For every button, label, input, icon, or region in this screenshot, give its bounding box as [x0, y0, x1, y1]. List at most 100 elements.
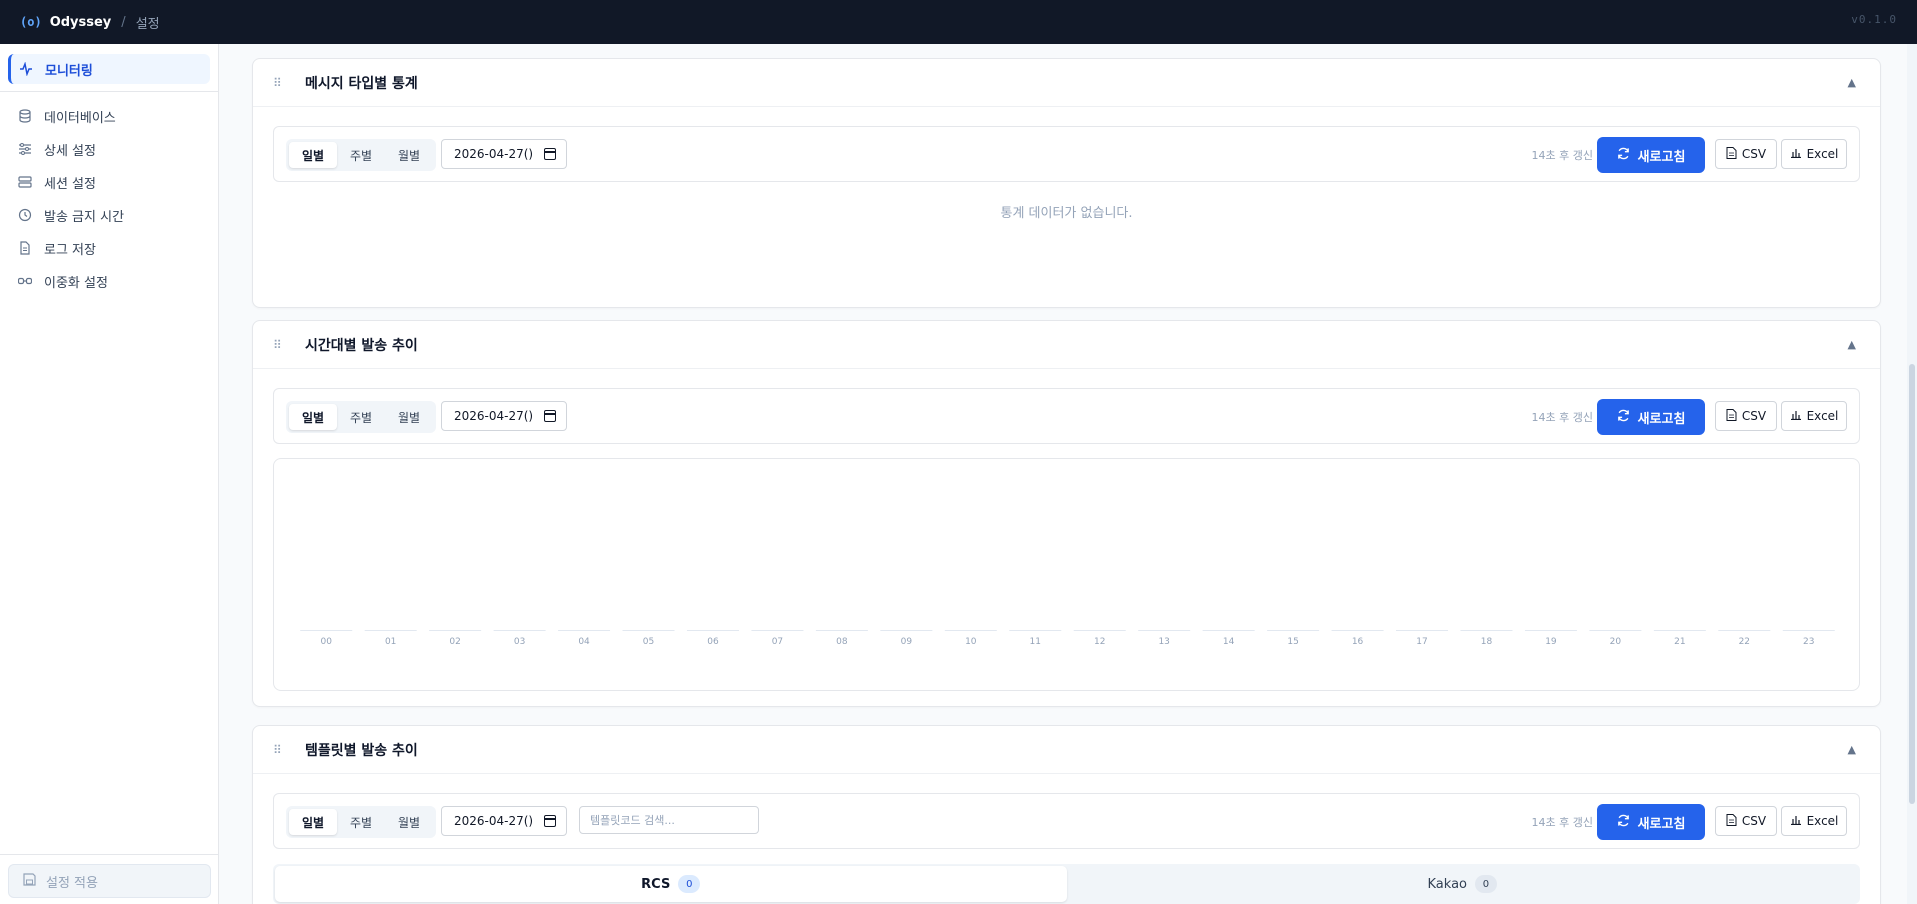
drag-handle-icon[interactable]: ⠿ [273, 743, 287, 757]
collapse-icon[interactable]: ▲ [1848, 76, 1856, 89]
scrollbar-thumb[interactable] [1909, 364, 1915, 804]
collapse-icon[interactable]: ▲ [1848, 743, 1856, 756]
card-title: 메시지 타입별 통계 [305, 75, 418, 92]
csv-export-button[interactable]: CSV [1715, 401, 1777, 431]
brand-name[interactable]: Odyssey [50, 15, 112, 30]
bar-chart-icon [1790, 814, 1802, 828]
refresh-icon [1617, 409, 1630, 426]
date-input[interactable]: 2026-04-27() [441, 139, 567, 169]
sidebar-item-advanced-settings[interactable]: 상세 설정 [8, 134, 210, 164]
sidebar-item-label: 세션 설정 [44, 176, 96, 192]
x-tick-label: 16 [1352, 637, 1364, 647]
excel-label: Excel [1806, 409, 1839, 423]
calendar-icon[interactable] [544, 815, 556, 827]
period-monthly-button[interactable]: 월별 [385, 142, 433, 168]
drag-handle-icon[interactable]: ⠿ [273, 76, 287, 90]
sidebar: 모니터링 데이터베이스 상세 설정 세션 설정 발송 금지 시간 로그 저장 이… [0, 44, 219, 904]
file-icon [1726, 813, 1737, 829]
x-tick-label: 09 [901, 637, 913, 647]
x-tick-label: 22 [1739, 637, 1750, 647]
refresh-button[interactable]: 새로고침 [1597, 804, 1705, 840]
hourly-chart: 00 01 02 03 04 05 06 07 08 09 10 11 12 13 14 15 16 17 18 19… [273, 458, 1860, 691]
period-daily-button[interactable]: 일별 [289, 404, 337, 430]
date-input[interactable]: 2026-04-27() [441, 401, 567, 431]
calendar-icon[interactable] [544, 148, 556, 160]
card-header: ⠿ 시간대별 발송 추이 ▲ [253, 321, 1880, 369]
apply-settings-button[interactable]: 설정 적용 [8, 864, 211, 898]
sidebar-item-label: 상세 설정 [44, 143, 96, 159]
empty-state-message: 통계 데이터가 없습니다. [1000, 206, 1133, 221]
x-tick-label: 12 [1094, 637, 1105, 647]
period-weekly-button[interactable]: 주별 [337, 809, 385, 835]
csv-export-button[interactable]: CSV [1715, 806, 1777, 836]
x-tick-label: 23 [1803, 637, 1814, 647]
refresh-label: 새로고침 [1637, 149, 1686, 165]
card-header: ⠿ 템플릿별 발송 추이 ▲ [253, 726, 1880, 774]
period-monthly-button[interactable]: 월별 [385, 809, 433, 835]
period-daily-button[interactable]: 일별 [289, 809, 337, 835]
sidebar-item-database[interactable]: 데이터베이스 [8, 101, 210, 131]
database-icon [18, 109, 32, 123]
period-monthly-button[interactable]: 월별 [385, 404, 433, 430]
sidebar-item-send-block-time[interactable]: 발송 금지 시간 [8, 200, 210, 230]
version-label: v0.1.0 [1851, 13, 1897, 26]
x-tick-label: 05 [643, 637, 654, 647]
excel-export-button[interactable]: Excel [1781, 806, 1847, 836]
excel-export-button[interactable]: Excel [1781, 139, 1847, 169]
refresh-button[interactable]: 새로고침 [1597, 137, 1705, 173]
csv-label: CSV [1741, 814, 1767, 828]
tab-label: RCS [641, 876, 671, 892]
x-tick-label: 08 [836, 637, 848, 647]
period-weekly-button[interactable]: 주별 [337, 404, 385, 430]
file-icon [1726, 146, 1737, 162]
refresh-icon [1617, 147, 1630, 164]
x-tick-label: 15 [1287, 637, 1298, 647]
period-segmented-control: 일별 주별 월별 [286, 401, 436, 433]
logo-icon: (o) [20, 15, 42, 29]
excel-export-button[interactable]: Excel [1781, 401, 1847, 431]
refresh-icon [1617, 814, 1630, 831]
server-icon [18, 175, 32, 189]
excel-label: Excel [1806, 147, 1839, 161]
collapse-icon[interactable]: ▲ [1848, 338, 1856, 351]
refresh-label: 새로고침 [1637, 411, 1686, 427]
sidebar-item-session-settings[interactable]: 세션 설정 [8, 167, 210, 197]
sidebar-item-monitoring[interactable]: 모니터링 [8, 54, 210, 84]
x-tick-label: 13 [1158, 637, 1169, 647]
top-bar: (o) Odyssey / 설정 v0.1.0 [0, 0, 1917, 44]
csv-label: CSV [1741, 409, 1767, 423]
period-weekly-button[interactable]: 주별 [337, 142, 385, 168]
sliders-icon [18, 142, 32, 156]
channel-tabs: RCS 0 Kakao 0 [273, 864, 1860, 904]
period-segmented-control: 일별 주별 월별 [286, 139, 436, 171]
drag-handle-icon[interactable]: ⠿ [273, 338, 287, 352]
tab-kakao[interactable]: Kakao 0 [1067, 866, 1859, 902]
count-badge: 0 [678, 875, 701, 893]
calendar-icon[interactable] [544, 410, 556, 422]
card-title: 시간대별 발송 추이 [305, 337, 418, 354]
x-tick-label: 21 [1674, 637, 1685, 647]
scrollbar[interactable] [1907, 44, 1917, 904]
date-input[interactable]: 2026-04-27() [441, 806, 567, 836]
excel-label: Excel [1806, 814, 1839, 828]
x-tick-label: 17 [1416, 637, 1427, 647]
csv-export-button[interactable]: CSV [1715, 139, 1777, 169]
template-search-input[interactable]: 템플릿코드 검색... [579, 806, 759, 834]
file-text-icon [18, 241, 32, 255]
refresh-button[interactable]: 새로고침 [1597, 399, 1705, 435]
stats-toolbar: 일별 주별 월별 2026-04-27() 14초 후 갱신 새로고침 CSV [273, 388, 1860, 444]
sidebar-item-log-storage[interactable]: 로그 저장 [8, 233, 210, 263]
stats-toolbar: 일별 주별 월별 2026-04-27() 템플릿코드 검색... 14초 후 … [273, 793, 1860, 849]
period-daily-button[interactable]: 일별 [289, 142, 337, 168]
breadcrumb-separator: / [121, 14, 126, 30]
x-tick-label: 10 [965, 637, 977, 647]
stats-toolbar: 일별 주별 월별 2026-04-27() 14초 후 갱신 새로고침 CSV [273, 126, 1860, 182]
sidebar-footer-divider [0, 854, 219, 855]
clock-icon [18, 208, 32, 222]
tab-rcs[interactable]: RCS 0 [275, 866, 1067, 902]
sidebar-item-label: 이중화 설정 [44, 275, 108, 291]
breadcrumb-current: 설정 [135, 16, 160, 32]
main-content: ⠿ 메시지 타입별 통계 ▲ 일별 주별 월별 2026-04-27() 14초… [220, 44, 1917, 904]
sidebar-item-redundancy-settings[interactable]: 이중화 설정 [8, 266, 210, 296]
auto-refresh-note: 14초 후 갱신 [1531, 816, 1593, 829]
